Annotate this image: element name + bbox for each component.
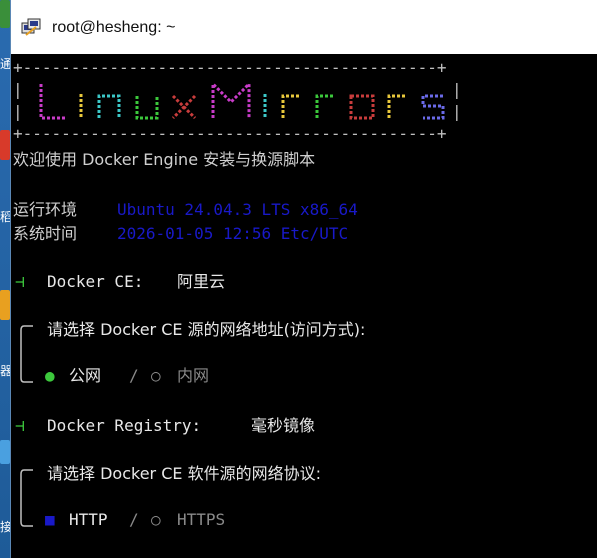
prompt-question: 请选择 Docker CE 源的网络地址(访问方式): [47, 320, 366, 339]
radio-unselected-icon[interactable]: ○ [151, 510, 161, 530]
title-bar[interactable]: root@hesheng: ~ [11, 0, 597, 54]
prompt-bracket [20, 325, 33, 383]
option-separator: / [129, 366, 139, 385]
prompt-bracket [20, 469, 33, 527]
env-time-value: 2026-01-05 12:56 Etc/UTC [117, 224, 349, 243]
desktop-app-icon[interactable] [0, 440, 10, 464]
radio-selected-icon[interactable]: ● [45, 366, 55, 386]
linuxmirrors-logo [39, 80, 445, 120]
desktop-app-icon[interactable] [0, 0, 10, 28]
banner-side-right: | [452, 102, 462, 121]
step-value: 阿里云 [177, 272, 226, 291]
step-value: 毫秒镜像 [251, 416, 316, 435]
step-marker-icon: ⊣ [15, 416, 25, 435]
env-run-label: 运行环境 [13, 200, 78, 219]
banner-border-bottom: +---------------------------------------… [13, 124, 447, 143]
desktop-app-icon[interactable] [0, 290, 10, 320]
banner-side-left: | [13, 80, 23, 99]
option-separator: / [129, 510, 139, 529]
step-marker-icon: ⊣ [15, 272, 25, 291]
banner-border-top: +---------------------------------------… [13, 58, 447, 77]
env-run-value: Ubuntu 24.04.3 LTS x86_64 [117, 200, 358, 219]
prompt-question: 请选择 Docker CE 软件源的网络协议: [47, 464, 321, 483]
terminal-window[interactable]: root@hesheng: ~ +-----------------------… [10, 0, 597, 558]
welcome-text: 欢迎使用 Docker Engine 安装与换源脚本 [13, 150, 316, 169]
radio-unselected-icon[interactable]: ○ [151, 366, 161, 386]
step-label: Docker Registry: [47, 416, 202, 435]
step-label: Docker CE: [47, 272, 144, 291]
banner-side-left: | [13, 102, 23, 121]
option-selected[interactable]: 公网 [69, 366, 101, 386]
option-unselected[interactable]: HTTPS [177, 510, 225, 530]
terminal-output[interactable]: +---------------------------------------… [11, 54, 597, 558]
banner-side-right: | [452, 80, 462, 99]
putty-icon[interactable] [21, 18, 41, 38]
env-time-label: 系统时间 [13, 224, 78, 243]
option-unselected[interactable]: 内网 [177, 366, 209, 386]
window-title: root@hesheng: ~ [52, 19, 176, 36]
desktop-app-icon[interactable] [0, 130, 10, 160]
radio-selected-icon[interactable]: ■ [45, 510, 55, 530]
option-selected[interactable]: HTTP [69, 510, 108, 530]
